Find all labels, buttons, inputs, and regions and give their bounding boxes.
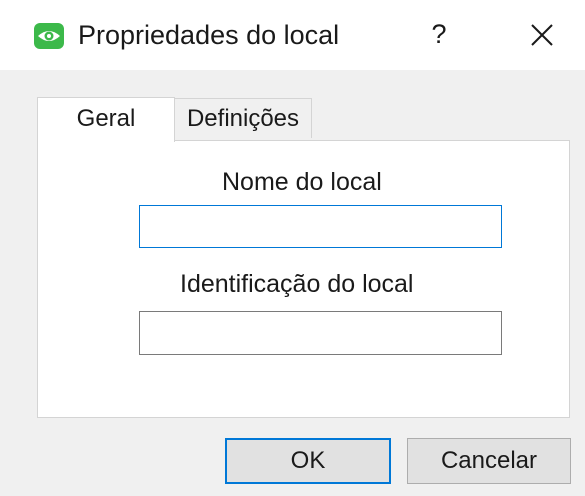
title-bar: Propriedades do local ? — [0, 0, 585, 70]
site-id-label: Identificação do local — [180, 270, 414, 298]
site-name-label: Nome do local — [222, 168, 382, 196]
eye-icon — [34, 23, 64, 49]
ok-button[interactable]: OK — [225, 438, 391, 484]
site-name-input[interactable] — [139, 205, 502, 248]
tab-definicoes[interactable]: Definições — [174, 98, 312, 138]
help-button[interactable]: ? — [424, 16, 454, 52]
window-title: Propriedades do local — [78, 20, 340, 50]
tab-geral[interactable]: Geral — [37, 97, 175, 142]
cancel-button[interactable]: Cancelar — [407, 438, 571, 484]
close-icon[interactable] — [528, 21, 556, 49]
site-id-input[interactable] — [139, 311, 502, 355]
